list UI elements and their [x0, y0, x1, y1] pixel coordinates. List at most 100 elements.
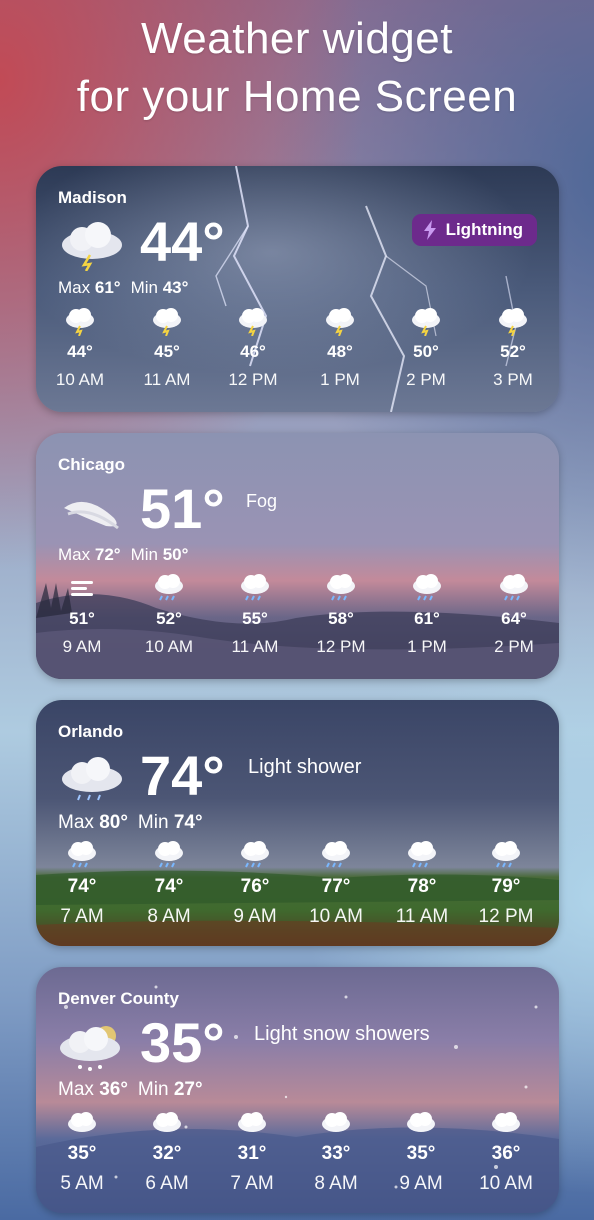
weather-widget-denver-county[interactable]: Denver County 35° Light snow showers Max… [36, 967, 559, 1213]
hourly-forecast: 51° 9 AM 52° 10 AM 55° 11 AM 58° 12 PM 61° 1 … [36, 573, 559, 673]
cloud-icon [153, 1112, 181, 1132]
hourly-temp: 45° [154, 342, 180, 361]
cloud-icon [68, 1112, 96, 1132]
hourly-item: 74° 7 AM [42, 840, 122, 928]
rain-icon [408, 841, 436, 868]
hourly-time: 10 AM [55, 370, 105, 389]
hourly-temp: 31° [237, 1143, 267, 1164]
max-label: Max [58, 278, 91, 297]
hourly-item: 50° 2 PM [386, 306, 466, 390]
fog-lines-icon [71, 581, 93, 596]
hourly-temp: 61° [414, 609, 440, 628]
thunderstorm-icon [239, 308, 267, 336]
current-temperature: 51° [140, 477, 225, 540]
min-temp: 50° [162, 545, 189, 564]
hourly-temp: 74° [154, 876, 184, 897]
hourly-item: 46° 12 PM [213, 306, 293, 390]
hourly-time: 12 PM [316, 637, 366, 656]
hourly-item: 76° 9 AM [215, 840, 295, 928]
rain-thunder-icon [327, 574, 355, 601]
hourly-item: 64° 2 PM [474, 573, 554, 657]
rain-cloud-icon [62, 757, 122, 801]
hourly-item: 52° 3 PM [473, 306, 553, 390]
hourly-time: 10 AM [144, 637, 194, 656]
rain-thunder-icon [413, 574, 441, 601]
hourly-temp: 33° [321, 1143, 351, 1164]
cloud-icon [407, 1112, 435, 1132]
max-min-temperatures: Max 80° Min 74° [58, 812, 203, 834]
hourly-item: 36° 10 AM [466, 1107, 546, 1195]
max-min-temperatures: Max 72° Min 50° [58, 545, 188, 565]
hourly-time: 9 AM [233, 906, 277, 927]
hourly-item: 78° 11 AM [382, 840, 462, 928]
hourly-time: 2 PM [494, 637, 534, 656]
weather-widget-orlando[interactable]: Orlando 74° Light shower Max 80° Min 74° … [36, 700, 559, 946]
max-temp: 61° [94, 278, 121, 297]
hourly-time: 9 AM [62, 637, 102, 656]
max-min-temperatures: Max 36° Min 27° [58, 1079, 203, 1101]
hourly-item: 35° 9 AM [381, 1107, 461, 1195]
hourly-item: 35° 5 AM [42, 1107, 122, 1195]
rain-thunder-icon [500, 574, 528, 601]
hourly-time: 12 PM [478, 906, 534, 927]
hourly-item: 79° 12 PM [466, 840, 546, 928]
hourly-temp: 74° [67, 876, 97, 897]
current-temperature: 35° [140, 1011, 225, 1074]
weather-widget-madison[interactable]: Madison 44° Lightning Max 61° Min 43° 44°… [36, 166, 559, 412]
hourly-temp: 78° [407, 876, 437, 897]
max-temp: 80° [99, 812, 128, 833]
max-label: Max [58, 812, 94, 833]
max-temp: 36° [99, 1079, 128, 1100]
badge-label: Lightning [445, 220, 523, 239]
cloud-icon [492, 1112, 520, 1132]
hourly-item: 55° 11 AM [215, 573, 295, 657]
hourly-temp: 52° [500, 342, 526, 361]
rain-thunder-icon [241, 574, 269, 601]
hourly-temp: 48° [327, 342, 353, 361]
lightning-alert-badge[interactable]: Lightning [411, 214, 537, 246]
fog-icon [64, 501, 119, 530]
hourly-time: 10 AM [309, 906, 363, 927]
min-label: Min [130, 545, 158, 564]
current-temperature: 44° [140, 210, 225, 273]
city-name: Madison [58, 188, 127, 207]
weather-widget-chicago[interactable]: Chicago 51° Fog Max 72° Min 50° 51° 9 AM 5… [36, 433, 559, 679]
hourly-temp: 36° [491, 1143, 521, 1164]
hourly-item: 32° 6 AM [127, 1107, 207, 1195]
thunderstorm-icon [326, 308, 354, 336]
hourly-temp: 35° [406, 1143, 436, 1164]
hourly-temp: 46° [240, 342, 266, 361]
thunderstorm-icon [153, 308, 181, 336]
hourly-item: 48° 1 PM [300, 306, 380, 390]
thunderstorm-icon [499, 308, 527, 336]
min-temp: 74° [173, 812, 203, 833]
rain-thunder-icon [155, 574, 183, 601]
thunderstorm-icon [66, 308, 94, 336]
headline-line-1: Weather widget [141, 14, 453, 63]
hourly-item: 77° 10 AM [296, 840, 376, 928]
condition-text: Fog [246, 491, 278, 511]
hourly-time: 7 AM [60, 906, 104, 927]
cloud-icon [322, 1112, 350, 1132]
hourly-time: 6 AM [145, 1173, 189, 1194]
hourly-time: 11 AM [231, 637, 279, 656]
hourly-item: 31° 7 AM [212, 1107, 292, 1195]
hourly-forecast: 35° 5 AM 32° 6 AM 31° 7 AM 33° 8 AM 35° 9 AM … [36, 1107, 559, 1207]
hourly-temp: 64° [501, 609, 527, 628]
min-label: Min [137, 812, 169, 833]
condition-text: Light shower [248, 756, 362, 778]
hourly-temp: 79° [491, 876, 521, 897]
hourly-temp: 51° [69, 609, 95, 628]
hourly-item: 45° 11 AM [127, 306, 207, 390]
current-temperature: 74° [140, 744, 225, 807]
hourly-item: 51° 9 AM [42, 573, 122, 657]
thunderstorm-icon [412, 308, 440, 336]
city-name: Chicago [58, 455, 126, 474]
hourly-temp: 58° [328, 609, 354, 628]
min-temp: 43° [162, 278, 189, 297]
min-label: Min [137, 1079, 169, 1100]
hourly-temp: 32° [152, 1143, 182, 1164]
hourly-temp: 52° [156, 609, 182, 628]
hourly-temp: 55° [242, 609, 268, 628]
max-temp: 72° [94, 545, 121, 564]
